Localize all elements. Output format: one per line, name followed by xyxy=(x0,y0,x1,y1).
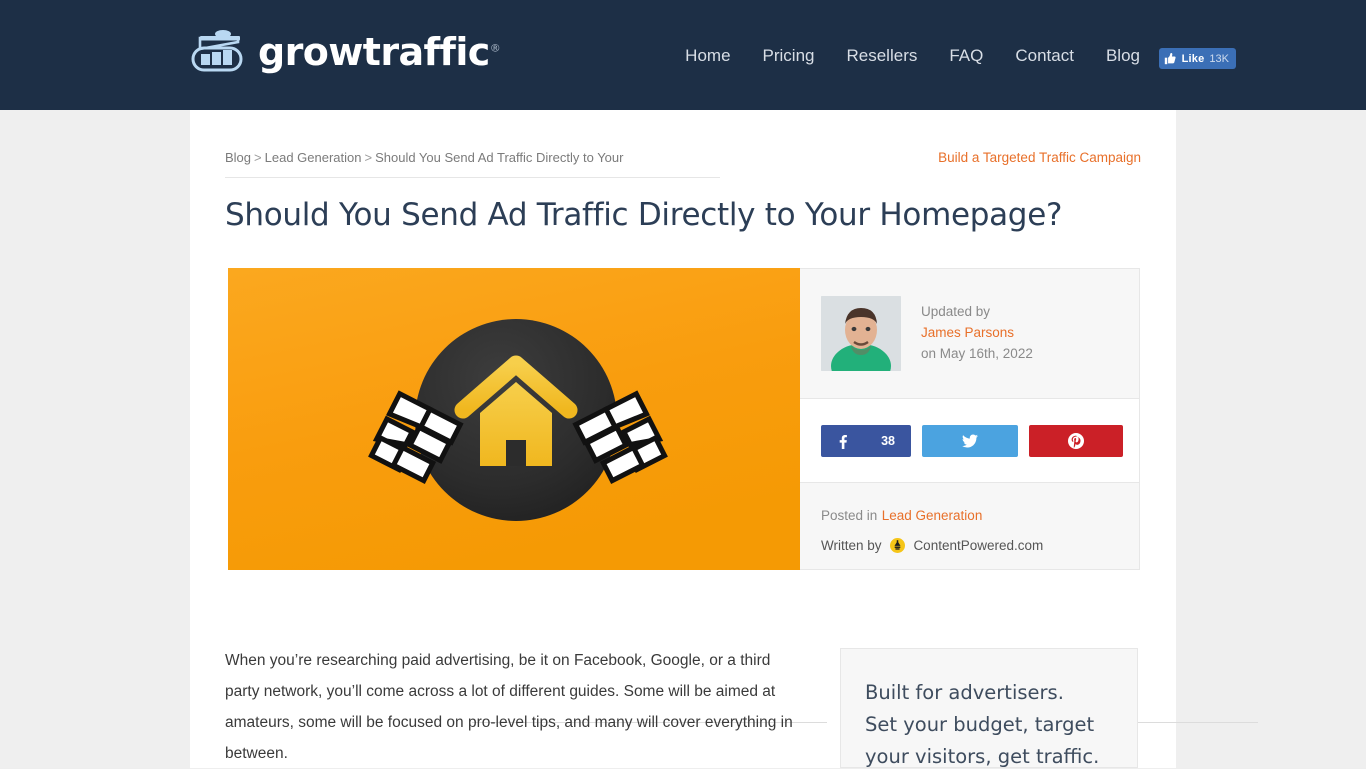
breadcrumb-item-blog[interactable]: Blog xyxy=(225,150,251,165)
header-inner: growtraffic® Home Pricing Resellers FAQ … xyxy=(0,0,1366,110)
facebook-like-count: 13K xyxy=(1209,52,1229,65)
brand-wordmark: growtraffic® xyxy=(258,30,501,74)
author-card: Updated by James Parsons on May 16th, 20… xyxy=(800,268,1140,570)
growtraffic-logo-icon xyxy=(190,27,244,77)
breadcrumb-item-current: Should You Send Ad Traffic Directly to Y… xyxy=(375,150,624,165)
registered-mark: ® xyxy=(489,41,501,55)
build-campaign-link[interactable]: Build a Targeted Traffic Campaign xyxy=(938,150,1141,165)
facebook-like-button[interactable]: Like 13K xyxy=(1158,48,1236,69)
breadcrumb-separator: > xyxy=(254,150,262,165)
contentpowered-badge-icon xyxy=(889,534,905,553)
promo-line-2: Set your budget, target xyxy=(865,713,1095,736)
body-paragraph: When you’re researching paid advertising… xyxy=(225,652,793,762)
post-taxonomy-section: Posted in Lead Generation Written by Con… xyxy=(800,483,1139,569)
twitter-icon xyxy=(962,433,978,449)
author-name-link[interactable]: James Parsons xyxy=(921,323,1033,344)
site-header: growtraffic® Home Pricing Resellers FAQ … xyxy=(0,0,1366,110)
nav-item-resellers[interactable]: Resellers xyxy=(847,46,918,66)
breadcrumb-item-lead-generation[interactable]: Lead Generation xyxy=(265,150,362,165)
breadcrumb: Blog > Lead Generation > Should You Send Ad … xyxy=(225,150,720,178)
facebook-share-count: 38 xyxy=(881,433,895,448)
facebook-icon xyxy=(834,433,850,449)
main-navigation: Home Pricing Resellers FAQ Contact Blog xyxy=(685,46,1140,66)
posted-in-category-link[interactable]: Lead Generation xyxy=(882,508,983,523)
posted-in-line: Posted in Lead Generation xyxy=(821,501,1139,531)
page-title: Should You Send Ad Traffic Directly to Y… xyxy=(225,197,1063,233)
nav-item-blog[interactable]: Blog xyxy=(1106,46,1140,66)
promo-line-3: your visitors, get traffic. xyxy=(865,745,1100,768)
updated-by-label: Updated by xyxy=(921,304,991,320)
content-sheet: Blog > Lead Generation > Should You Send Ad … xyxy=(190,110,1258,769)
author-meta: Updated by James Parsons on May 16th, 20… xyxy=(921,302,1033,365)
share-facebook-button[interactable]: 38 xyxy=(821,424,911,457)
share-buttons-row: 38 xyxy=(800,399,1139,483)
written-by-line: Written by ContentPowered.com xyxy=(821,531,1139,561)
promo-line-1: Built for advertisers. xyxy=(865,681,1064,704)
nav-item-pricing[interactable]: Pricing xyxy=(763,46,815,66)
nav-item-contact[interactable]: Contact xyxy=(1015,46,1074,66)
hero-image xyxy=(228,268,800,570)
share-twitter-button[interactable] xyxy=(922,424,1018,457)
hero-row: Updated by James Parsons on May 16th, 20… xyxy=(228,268,1140,570)
page-canvas: Blog > Lead Generation > Should You Send Ad … xyxy=(0,110,1366,768)
facebook-like-label: Like xyxy=(1181,52,1205,65)
posted-in-label: Posted in xyxy=(821,508,878,523)
author-meta-section: Updated by James Parsons on May 16th, 20… xyxy=(800,269,1139,399)
promo-box[interactable]: Built for advertisers. Set your budget, … xyxy=(840,648,1138,768)
written-by-label: Written by xyxy=(821,537,882,553)
nav-item-home[interactable]: Home xyxy=(685,46,730,66)
nav-item-faq[interactable]: FAQ xyxy=(949,46,983,66)
written-by-name-link[interactable]: ContentPowered.com xyxy=(913,538,1043,553)
thumbs-up-icon xyxy=(1164,52,1177,65)
updated-date: on May 16th, 2022 xyxy=(921,345,1033,361)
breadcrumb-separator: > xyxy=(364,150,373,165)
article-body: When you’re researching paid advertising… xyxy=(225,645,805,769)
avatar xyxy=(821,296,901,371)
share-pinterest-button[interactable] xyxy=(1029,424,1123,457)
pinterest-icon xyxy=(1068,432,1084,449)
brand-logo-link[interactable]: growtraffic® xyxy=(190,27,501,77)
